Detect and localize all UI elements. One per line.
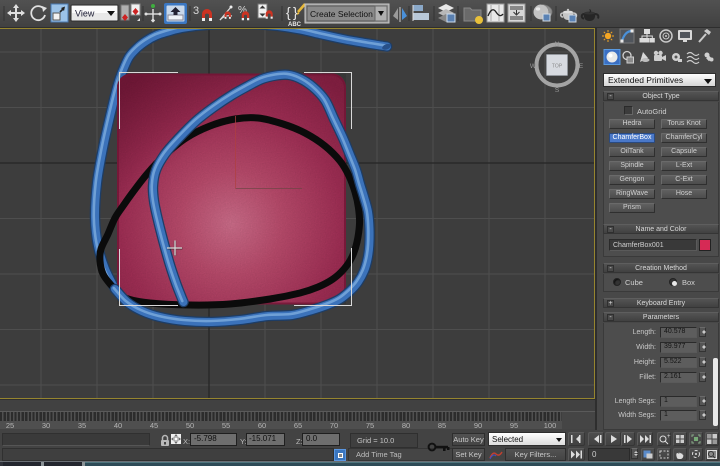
svg-text:{: { (286, 4, 291, 20)
svg-text:S: S (555, 87, 560, 94)
svg-text:+: + (667, 434, 671, 440)
svg-text:View: View (75, 9, 95, 19)
svg-text:N: N (555, 41, 560, 48)
svg-text:E: E (579, 63, 584, 70)
svg-text:Create Selection: Create Selection (310, 9, 373, 19)
svg-text:3: 3 (193, 5, 199, 17)
svg-text:TOP: TOP (552, 64, 563, 70)
svg-text:}: } (293, 4, 298, 20)
svg-text:W: W (530, 63, 537, 70)
